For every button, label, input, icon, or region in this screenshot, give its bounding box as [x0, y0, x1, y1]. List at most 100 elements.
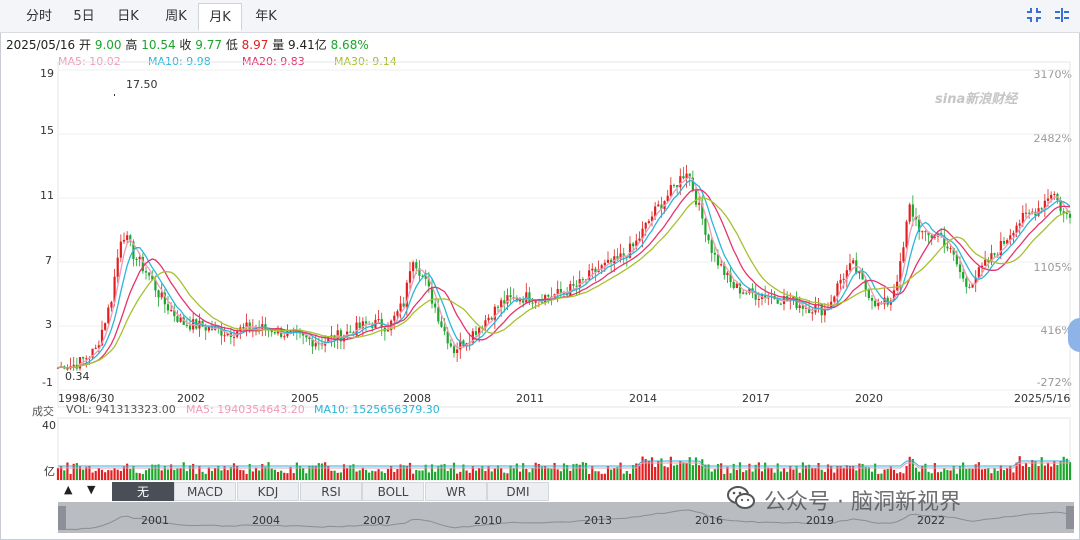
volume-bar	[896, 473, 899, 480]
volume-bar	[616, 466, 619, 480]
volume-bar	[214, 468, 217, 480]
volume-bar	[415, 469, 418, 480]
candle-body	[842, 278, 845, 280]
nav-year-2016: 2016	[695, 514, 723, 527]
volume-bar	[430, 464, 434, 480]
candle-body	[1046, 198, 1050, 201]
volume-bar	[465, 470, 468, 480]
volume-bar	[371, 470, 374, 480]
volume-bar	[424, 464, 427, 480]
volume-bar	[1002, 470, 1006, 480]
volume-bar	[201, 471, 204, 480]
volume-bar	[1068, 462, 1072, 480]
volume-bar	[82, 469, 85, 480]
volume-bar	[151, 464, 154, 480]
volume-bar	[144, 470, 148, 480]
candle-body	[657, 204, 660, 207]
nav-year-2010: 2010	[474, 514, 502, 527]
chart-frame	[57, 61, 1071, 408]
candle-body	[848, 263, 852, 271]
volume-bar	[242, 470, 245, 480]
volume-bar	[204, 473, 207, 480]
candle-body	[682, 176, 685, 179]
candle-body	[1053, 193, 1056, 195]
volume-bar	[195, 473, 198, 480]
candle-body	[735, 283, 738, 288]
candle-body	[440, 321, 443, 327]
volume-bar	[760, 471, 764, 480]
candle-body	[694, 190, 698, 205]
volume-bar	[292, 473, 295, 480]
volume-bar	[669, 456, 672, 480]
x-tick-2020: 2020	[855, 392, 883, 405]
volume-bar	[273, 469, 276, 480]
volume-bar	[647, 461, 650, 480]
candle-body	[386, 330, 390, 332]
candle-body	[698, 202, 701, 205]
candle-body	[500, 300, 503, 308]
indicator-none[interactable]: 无	[112, 482, 174, 501]
volume-bar	[283, 472, 286, 480]
volume-bar	[801, 462, 804, 480]
side-scroll-button[interactable]	[1068, 318, 1080, 352]
volume-bar	[581, 462, 584, 480]
volume-bar	[176, 468, 179, 480]
volume-bar	[977, 462, 980, 480]
navigator-handle-left[interactable]	[58, 506, 66, 529]
candle-body	[779, 303, 782, 305]
candle-body	[591, 268, 594, 271]
candle-body	[958, 264, 962, 272]
volume-bar	[251, 471, 254, 480]
candle-body	[474, 331, 478, 335]
volume-bar	[1043, 465, 1046, 480]
volume-bar	[962, 462, 965, 480]
indicator-dmi[interactable]: DMI	[487, 482, 549, 501]
candle-body	[415, 262, 418, 269]
volume-bar	[892, 469, 896, 480]
volume-bar	[842, 467, 845, 480]
candle-body	[349, 331, 352, 333]
candle-body	[852, 260, 855, 264]
candle-body	[757, 298, 760, 300]
indicator-wr[interactable]: WR	[425, 482, 487, 501]
indicator-boll[interactable]: BOLL	[362, 482, 424, 501]
volume-bar	[157, 464, 160, 480]
arrow-down-icon[interactable]: ▼	[87, 483, 95, 496]
volume-bar	[572, 464, 575, 480]
kline-chart[interactable]	[0, 0, 1080, 540]
volume-bar	[493, 468, 496, 480]
navigator-handle-right[interactable]	[1066, 506, 1074, 529]
volume-bar	[566, 464, 569, 480]
volume-bar	[1006, 468, 1009, 480]
candle-body	[509, 295, 512, 298]
arrow-up-icon[interactable]: ▲	[64, 483, 72, 496]
volume-bar	[361, 467, 364, 480]
indicator-rsi[interactable]: RSI	[300, 482, 362, 501]
candle-body	[1018, 223, 1021, 226]
volume-bar	[500, 468, 503, 480]
volume-bar	[408, 462, 412, 480]
volume-bar	[56, 468, 60, 480]
candle-body	[720, 264, 723, 266]
volume-bar	[754, 464, 757, 480]
candle-body	[204, 326, 207, 331]
candle-body	[434, 303, 437, 308]
volume-bar	[823, 471, 826, 480]
watermark-text: 公众号 · 脑洞新视界	[764, 490, 961, 515]
volume-bar	[380, 471, 383, 480]
candle-body	[632, 243, 635, 247]
indicator-kdj[interactable]: KDJ	[237, 482, 299, 501]
volume-bar	[905, 465, 908, 480]
volume-bar	[968, 468, 971, 480]
candle-body	[449, 343, 452, 347]
volume-bar	[886, 468, 889, 480]
candle-body	[962, 271, 965, 279]
candle-body	[965, 278, 968, 287]
volume-bar	[336, 472, 339, 480]
volume-bar	[525, 468, 528, 480]
volume-bar	[1046, 462, 1050, 480]
volume-bar	[342, 464, 346, 480]
wechat-icon	[727, 486, 755, 509]
candle-body	[232, 336, 236, 338]
indicator-macd[interactable]: MACD	[174, 482, 236, 501]
